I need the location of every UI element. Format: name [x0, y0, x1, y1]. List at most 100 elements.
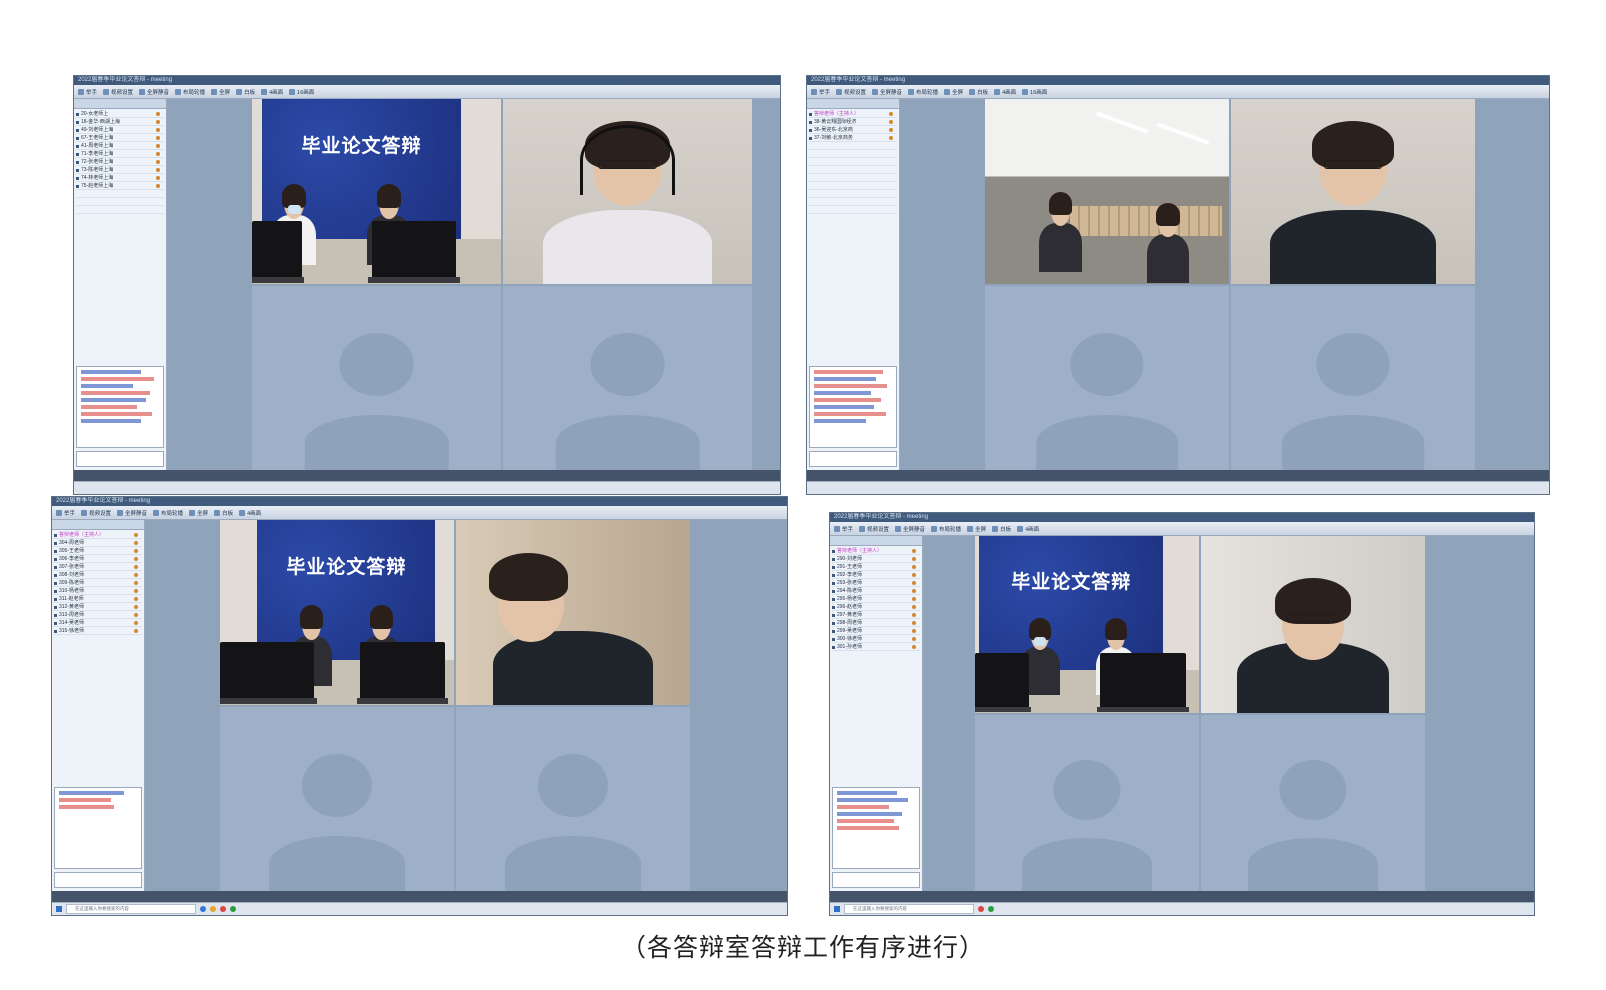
whiteboard-button[interactable]: 白板: [236, 88, 255, 96]
mute-all-button[interactable]: 全屏静音: [872, 88, 902, 96]
video-settings-button[interactable]: 视频设置: [81, 509, 111, 517]
raise-hand-button[interactable]: 举手: [78, 88, 97, 96]
chrome-icon[interactable]: [230, 906, 236, 912]
windows-start-icon[interactable]: [834, 906, 840, 912]
video-tile-empty[interactable]: [985, 285, 1229, 470]
user-row[interactable]: 38-黄云翔国际经济: [809, 118, 897, 126]
user-row[interactable]: 290-刘老师: [832, 555, 920, 563]
user-row[interactable]: 49-刘老师上海: [76, 126, 164, 134]
video-tile-empty[interactable]: [503, 285, 752, 470]
user-row[interactable]: 18-金华-西湖上海: [76, 118, 164, 126]
layout-carousel-button[interactable]: 布局轮播: [175, 88, 205, 96]
video-tile-empty[interactable]: [1201, 714, 1425, 891]
layout-carousel-button[interactable]: 布局轮播: [153, 509, 183, 517]
user-row[interactable]: 304-周老师: [54, 539, 142, 547]
video-settings-button[interactable]: 视频设置: [859, 525, 889, 533]
whiteboard-button[interactable]: 白板: [969, 88, 988, 96]
user-row[interactable]: 20-女老师上: [76, 110, 164, 118]
user-row[interactable]: 36-吴迎东-北京商: [809, 126, 897, 134]
raise-hand-button[interactable]: 举手: [834, 525, 853, 533]
user-row[interactable]: 答辩老师（主持人）: [809, 110, 897, 118]
mute-all-button[interactable]: 全屏静音: [895, 525, 925, 533]
user-row[interactable]: 73-陈老师上海: [76, 166, 164, 174]
user-row[interactable]: 74-林老师上海: [76, 174, 164, 182]
mute-all-button[interactable]: 全屏静音: [139, 88, 169, 96]
user-row[interactable]: 72-张老师上海: [76, 158, 164, 166]
user-row[interactable]: 301-孙老师: [832, 643, 920, 651]
video-tile-empty[interactable]: [252, 285, 501, 470]
chat-input[interactable]: [54, 872, 142, 888]
user-row[interactable]: 297-黄老师: [832, 611, 920, 619]
four-view-button[interactable]: 4画面: [994, 88, 1016, 96]
whiteboard-button[interactable]: 白板: [992, 525, 1011, 533]
user-row[interactable]: 296-赵老师: [832, 603, 920, 611]
mute-all-button[interactable]: 全屏静音: [117, 509, 147, 517]
video-tile-student[interactable]: [1201, 536, 1425, 713]
edge-icon[interactable]: [200, 906, 206, 912]
windows-start-icon[interactable]: [56, 906, 62, 912]
chat-input[interactable]: [809, 451, 897, 467]
user-row[interactable]: 293-张老师: [832, 579, 920, 587]
video-tile-defense-room[interactable]: 毕业论文答辩: [975, 536, 1199, 713]
user-row[interactable]: 291-王老师: [832, 563, 920, 571]
four-view-button[interactable]: 4画面: [261, 88, 283, 96]
layout-carousel-button[interactable]: 布局轮播: [908, 88, 938, 96]
taskbar-search-input[interactable]: 在这里输入你要搜索的内容: [66, 904, 196, 914]
fullscreen-button[interactable]: 全屏: [211, 88, 230, 96]
user-row[interactable]: 315-徐老师: [54, 627, 142, 635]
app-icon[interactable]: [220, 906, 226, 912]
video-tile-student[interactable]: [503, 99, 752, 284]
video-tile-defense-room[interactable]: 毕业论文答辩: [220, 520, 454, 705]
user-row[interactable]: 答辩老师（主持人）: [54, 531, 142, 539]
fullscreen-button[interactable]: 全屏: [189, 509, 208, 517]
layout-carousel-button[interactable]: 布局轮播: [931, 525, 961, 533]
four-view-button[interactable]: 4画面: [1017, 525, 1039, 533]
user-row[interactable]: 41-周老师上海: [76, 142, 164, 150]
raise-hand-button[interactable]: 举手: [56, 509, 75, 517]
user-row[interactable]: 308-刘老师: [54, 571, 142, 579]
user-row[interactable]: 310-杨老师: [54, 587, 142, 595]
video-tile-student[interactable]: [1231, 99, 1475, 284]
user-row[interactable]: 71-李老师上海: [76, 150, 164, 158]
video-settings-button[interactable]: 视频设置: [836, 88, 866, 96]
video-tile-empty[interactable]: [1231, 285, 1475, 470]
video-settings-button[interactable]: 视频设置: [103, 88, 133, 96]
video-tile-empty[interactable]: [220, 706, 454, 891]
taskbar-search-input[interactable]: 在这里输入你要搜索的内容: [844, 904, 974, 914]
user-row[interactable]: 311-赵老师: [54, 595, 142, 603]
video-tile-empty[interactable]: [456, 706, 690, 891]
user-row[interactable]: 75-赵老师上海: [76, 182, 164, 190]
video-tile-empty[interactable]: [975, 714, 1199, 891]
user-row[interactable]: 答辩老师（主持人）: [832, 547, 920, 555]
user-row[interactable]: 292-李老师: [832, 571, 920, 579]
user-row[interactable]: 309-陈老师: [54, 579, 142, 587]
raise-hand-button[interactable]: 举手: [811, 88, 830, 96]
sixteen-view-button[interactable]: 16画面: [289, 88, 314, 96]
user-row[interactable]: 298-周老师: [832, 619, 920, 627]
user-row[interactable]: 300-徐老师: [832, 635, 920, 643]
fullscreen-button[interactable]: 全屏: [944, 88, 963, 96]
app-icon[interactable]: [978, 906, 984, 912]
user-row[interactable]: 306-李老师: [54, 555, 142, 563]
user-row[interactable]: 313-周老师: [54, 611, 142, 619]
video-tile-student[interactable]: [456, 520, 690, 705]
user-row[interactable]: 314-吴老师: [54, 619, 142, 627]
user-row[interactable]: 67-王老师上海: [76, 134, 164, 142]
user-row[interactable]: 312-黄老师: [54, 603, 142, 611]
sixteen-view-button[interactable]: 16画面: [1022, 88, 1047, 96]
fullscreen-button[interactable]: 全屏: [967, 525, 986, 533]
user-row[interactable]: 305-王老师: [54, 547, 142, 555]
chat-input[interactable]: [76, 451, 164, 467]
user-row[interactable]: 294-陈老师: [832, 587, 920, 595]
whiteboard-button[interactable]: 白板: [214, 509, 233, 517]
user-row[interactable]: 307-张老师: [54, 563, 142, 571]
user-row[interactable]: 299-吴老师: [832, 627, 920, 635]
user-row[interactable]: 37-刘敏-北京商务: [809, 134, 897, 142]
video-tile-classroom[interactable]: [985, 99, 1229, 284]
chat-input[interactable]: [832, 872, 920, 888]
user-row[interactable]: 295-杨老师: [832, 595, 920, 603]
folder-icon[interactable]: [210, 906, 216, 912]
video-tile-defense-room[interactable]: 毕业论文答辩: [252, 99, 501, 284]
chrome-icon[interactable]: [988, 906, 994, 912]
four-view-button[interactable]: 4画面: [239, 509, 261, 517]
